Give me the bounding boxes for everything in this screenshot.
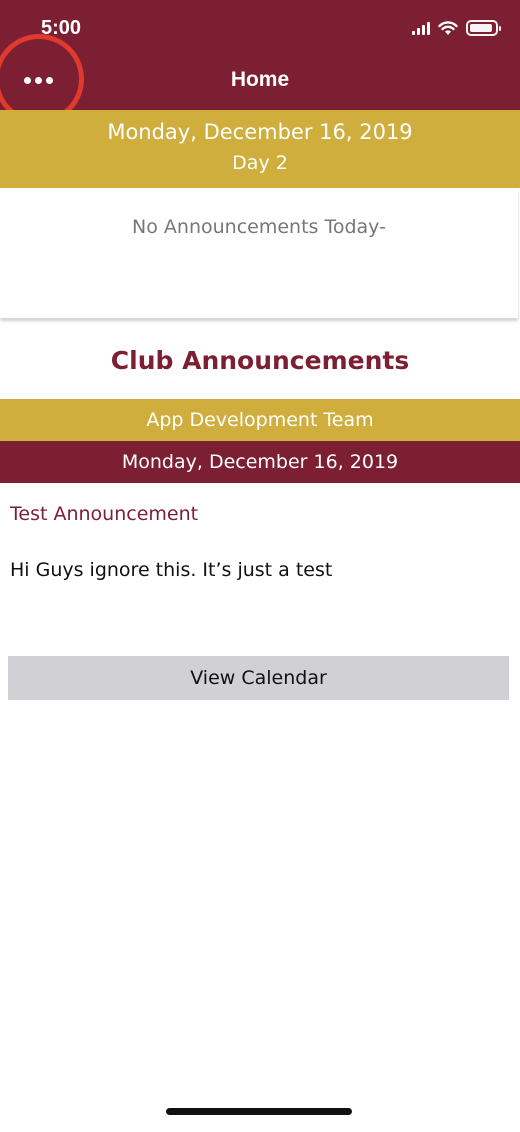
banner-date: Monday, December 16, 2019 xyxy=(107,120,413,144)
club-date-bar: Monday, December 16, 2019 xyxy=(0,441,520,483)
top-bar: 5:00 Home xyxy=(0,0,520,124)
today-announcements-card: No Announcements Today- xyxy=(0,188,518,318)
banner-day: Day 2 xyxy=(232,152,288,174)
view-calendar-button[interactable]: View Calendar xyxy=(8,656,509,700)
cellular-signal-icon xyxy=(412,21,430,35)
page-title: Home xyxy=(230,68,290,91)
date-banner: Monday, December 16, 2019 Day 2 xyxy=(0,110,520,188)
battery-icon xyxy=(466,20,501,36)
wifi-icon xyxy=(438,20,458,35)
status-icons xyxy=(412,20,501,36)
club-announcements-heading: Club Announcements xyxy=(110,346,410,375)
home-indicator[interactable] xyxy=(166,1108,352,1115)
no-announcements-text: No Announcements Today- xyxy=(132,216,386,238)
announcement-body: Hi Guys ignore this. It’s just a test xyxy=(10,559,333,581)
announcement-title: Test Announcement xyxy=(10,503,199,525)
club-name-bar: App Development Team xyxy=(0,399,520,441)
